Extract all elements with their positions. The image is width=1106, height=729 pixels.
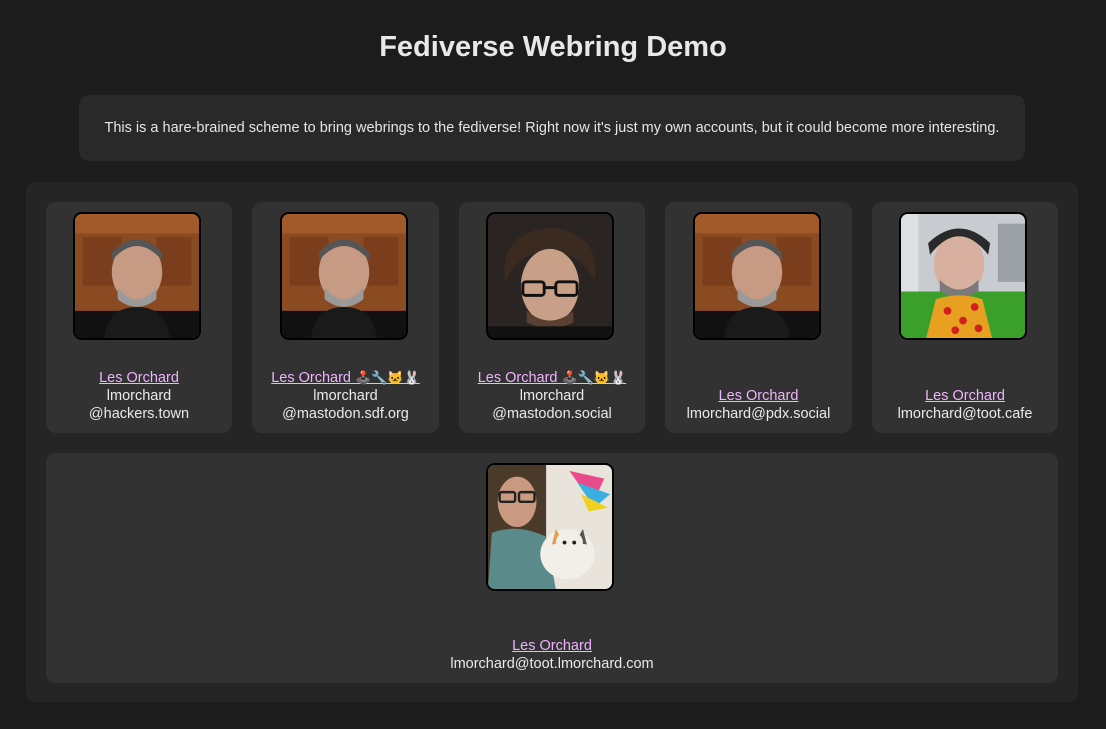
- account-emoji: 🕹️🔧🐱🐰: [561, 370, 627, 385]
- account-instance: @mastodon.sdf.org: [282, 406, 409, 422]
- account-text: Les Orchard lmorchard@pdx.social: [673, 387, 844, 423]
- intro-box: This is a hare-brained scheme to bring w…: [79, 95, 1025, 161]
- account-handle: lmorchard@toot.cafe: [897, 406, 1033, 422]
- avatar-glasses-dark-image: [488, 214, 612, 338]
- account-handle: lmorchard: [519, 388, 585, 404]
- avatar[interactable]: [73, 212, 201, 340]
- account-instance: @mastodon.social: [492, 406, 612, 422]
- account-text: Les Orchard lmorchard @hackers.town: [54, 369, 224, 423]
- account-card: Les Orchard 🕹️🔧🐱🐰 lmorchard @mastodon.so…: [459, 202, 645, 433]
- account-card: Les Orchard lmorchard @hackers.town: [46, 202, 232, 433]
- account-handle: lmorchard@toot.lmorchard.com: [450, 656, 654, 672]
- account-name: Les Orchard: [477, 370, 562, 386]
- account-emoji: 🕹️🔧🐱🐰: [355, 370, 420, 385]
- intro-text: This is a hare-brained scheme to bring w…: [104, 120, 1000, 136]
- avatar-wood-door-image: [75, 214, 199, 338]
- account-name-link[interactable]: Les Orchard 🕹️🔧🐱🐰: [478, 370, 627, 386]
- account-card: Les Orchard 🕹️🔧🐱🐰 lmorchard @mastodon.sd…: [252, 202, 439, 433]
- avatar-wood-door-image: [282, 214, 406, 338]
- account-name-link[interactable]: Les Orchard: [99, 370, 179, 386]
- avatar-pizza-shirt-image: [901, 214, 1025, 338]
- account-card: Les Orchard lmorchard@pdx.social: [665, 202, 852, 433]
- account-name-link[interactable]: Les Orchard: [925, 388, 1005, 404]
- account-card: Les Orchard lmorchard@toot.cafe: [872, 202, 1058, 433]
- account-text: Les Orchard 🕹️🔧🐱🐰 lmorchard @mastodon.so…: [467, 369, 637, 423]
- account-card: Les Orchard lmorchard@toot.lmorchard.com: [46, 453, 1058, 683]
- account-name-link[interactable]: Les Orchard: [719, 388, 799, 404]
- account-text: Les Orchard 🕹️🔧🐱🐰 lmorchard @mastodon.sd…: [260, 369, 431, 423]
- account-text: Les Orchard lmorchard@toot.lmorchard.com: [54, 637, 1050, 673]
- avatar[interactable]: [486, 212, 614, 340]
- account-handle: lmorchard: [313, 388, 378, 404]
- webring-container: Les Orchard lmorchard @hackers.town Les …: [26, 182, 1078, 702]
- account-name-link[interactable]: Les Orchard: [512, 638, 592, 654]
- avatar-cat-image: [488, 465, 612, 589]
- account-instance: @hackers.town: [88, 406, 190, 422]
- account-name: Les Orchard: [271, 370, 356, 386]
- page-title: Fediverse Webring Demo: [379, 31, 727, 63]
- account-handle: lmorchard@pdx.social: [686, 406, 831, 422]
- avatar[interactable]: [486, 463, 614, 591]
- avatar-wood-door-image: [695, 214, 819, 338]
- avatar[interactable]: [899, 212, 1027, 340]
- avatar[interactable]: [693, 212, 821, 340]
- account-text: Les Orchard lmorchard@toot.cafe: [880, 387, 1050, 423]
- account-handle: lmorchard: [106, 388, 172, 404]
- account-name-link[interactable]: Les Orchard 🕹️🔧🐱🐰: [271, 370, 420, 386]
- avatar[interactable]: [280, 212, 408, 340]
